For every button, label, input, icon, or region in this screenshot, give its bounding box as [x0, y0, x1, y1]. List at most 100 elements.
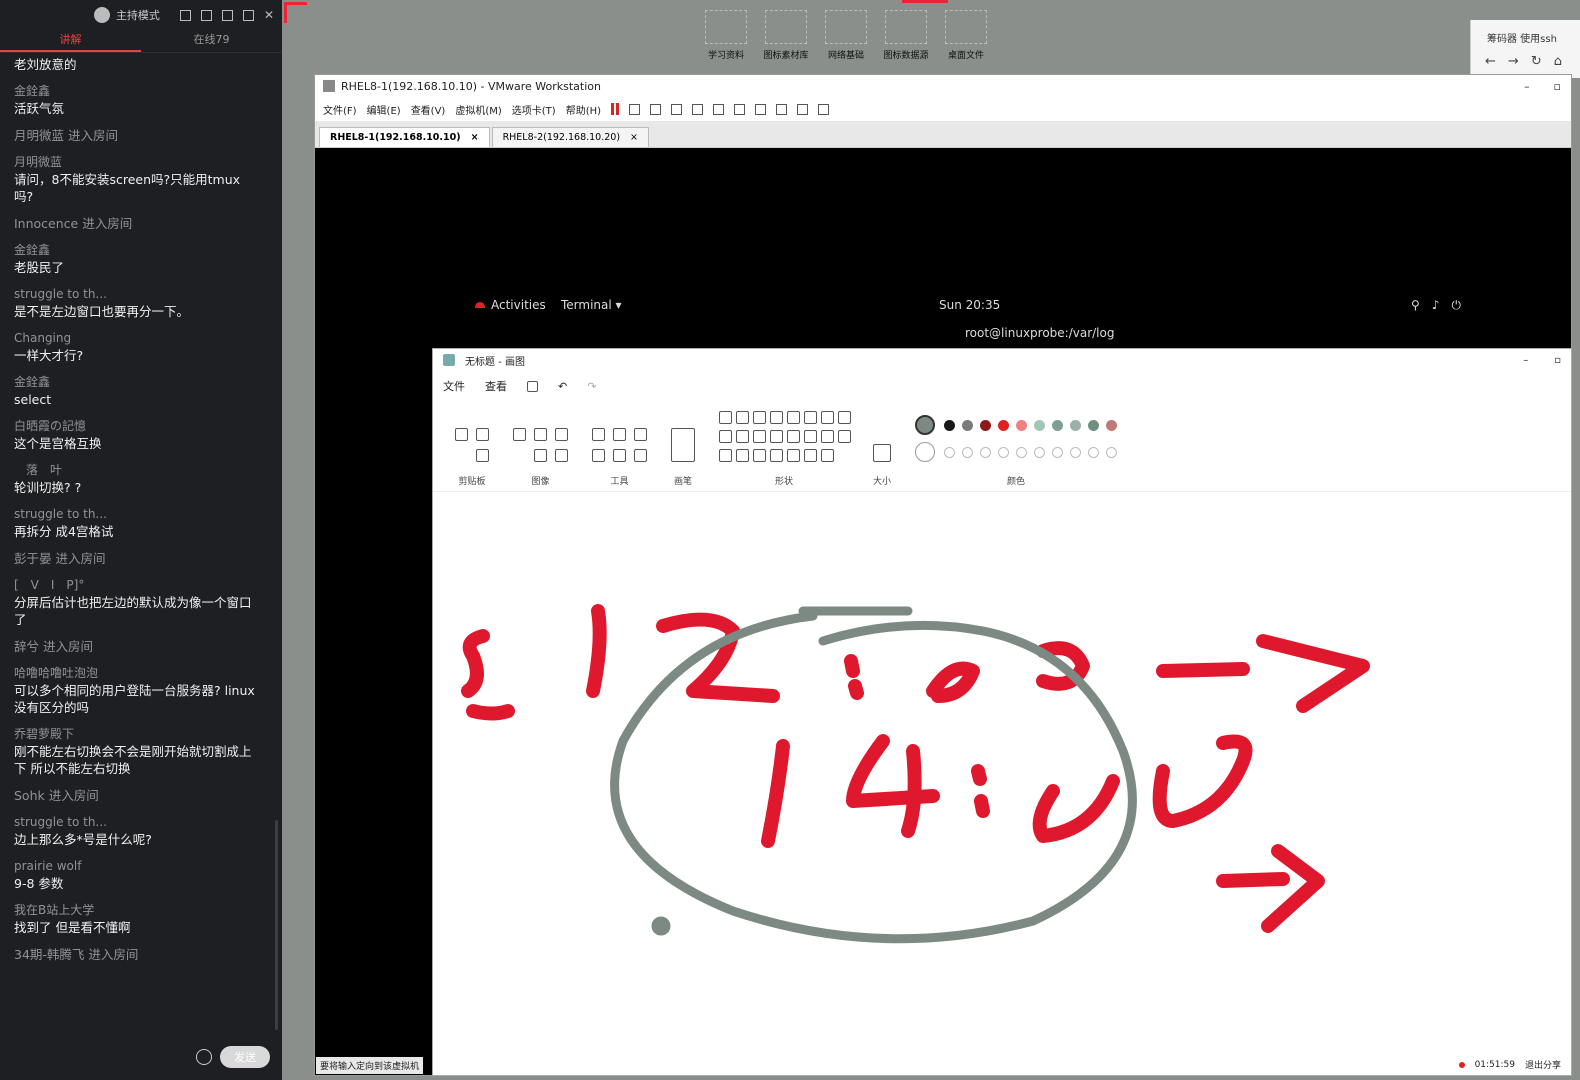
color-swatch[interactable] — [1034, 419, 1046, 431]
arrow-left-icon[interactable] — [787, 430, 800, 443]
fullscreen-icon[interactable] — [755, 103, 767, 115]
maximize-icon[interactable]: ▫ — [1554, 355, 1561, 366]
color-swatch[interactable] — [1052, 419, 1064, 431]
resize-icon[interactable] — [534, 449, 547, 462]
color-swatch[interactable] — [980, 419, 992, 431]
activities-button[interactable]: Activities — [475, 298, 546, 312]
desktop-shortcut[interactable]: 图标数据源 — [880, 10, 932, 61]
back-icon[interactable]: ← — [1485, 54, 1496, 69]
hexagon-shape-icon[interactable] — [753, 430, 766, 443]
sidebar-icon[interactable] — [713, 103, 725, 115]
oval-shape-icon[interactable] — [753, 411, 766, 424]
chat-username[interactable]: struggle to th... — [14, 814, 258, 831]
brush-icon[interactable] — [671, 428, 695, 462]
console-icon[interactable] — [797, 103, 809, 115]
home-icon[interactable]: ⌂ — [1554, 54, 1562, 69]
pencil-icon[interactable] — [592, 428, 605, 441]
chat-username[interactable]: 落 叶 — [14, 462, 258, 479]
tab-rhel8-2[interactable]: RHEL8-2(192.168.10.20) × — [491, 127, 650, 147]
text-icon[interactable] — [634, 428, 647, 441]
send-ctrl-alt-del-icon[interactable] — [629, 103, 641, 115]
chat-username[interactable]: prairie wolf — [14, 858, 258, 875]
chat-username[interactable]: 金銓鑫 — [14, 374, 258, 391]
rounded-rect-icon[interactable] — [787, 411, 800, 424]
color-swatch[interactable] — [1052, 446, 1064, 458]
arrow-right-icon[interactable] — [770, 430, 783, 443]
close-icon[interactable]: ✕ — [264, 8, 274, 22]
chat-username[interactable]: 乔碧萝殿下 — [14, 726, 258, 743]
paste-icon[interactable] — [455, 428, 468, 441]
diamond-shape-icon[interactable] — [719, 430, 732, 443]
color-swatch[interactable] — [1106, 446, 1118, 458]
chat-username[interactable]: 月明微蓝 — [14, 154, 258, 171]
heart-shape-icon[interactable] — [804, 449, 817, 462]
emoji-icon[interactable] — [196, 1049, 212, 1065]
chat-username[interactable]: [ V I P]° — [14, 577, 258, 594]
reload-icon[interactable]: ↻ — [1531, 54, 1542, 69]
snapshot-manager-icon[interactable] — [692, 103, 704, 115]
tab-rhel8-1[interactable]: RHEL8-1(192.168.10.10) × — [319, 127, 490, 147]
color-swatch[interactable] — [962, 419, 974, 431]
color-swatch[interactable] — [980, 446, 992, 458]
curve-shape-icon[interactable] — [736, 411, 749, 424]
desktop-shortcut[interactable]: 图标素材库 — [760, 10, 812, 61]
pause-icon[interactable] — [611, 103, 620, 115]
chat-scrollbar[interactable] — [275, 820, 278, 1030]
minimize-icon[interactable]: – — [1524, 80, 1530, 93]
maximize-icon[interactable] — [242, 9, 254, 21]
rectangle-shape-icon[interactable] — [770, 411, 783, 424]
chat-username[interactable]: struggle to th... — [14, 286, 258, 303]
save-icon[interactable] — [527, 380, 538, 392]
rotate-icon[interactable] — [555, 428, 568, 441]
color2-swatch[interactable] — [915, 442, 936, 462]
lightning-shape-icon[interactable] — [821, 449, 834, 462]
chat-username[interactable]: struggle to th... — [14, 506, 258, 523]
callout-cloud-icon[interactable] — [787, 449, 800, 462]
line-shape-icon[interactable] — [719, 411, 732, 424]
color-swatch[interactable] — [998, 419, 1010, 431]
right-triangle-icon[interactable] — [838, 411, 851, 424]
color-swatch[interactable] — [1016, 419, 1028, 431]
terminal-app-menu[interactable]: Terminal ▾ — [561, 298, 622, 312]
pentagon-shape-icon[interactable] — [736, 430, 749, 443]
triangle-shape-icon[interactable] — [821, 411, 834, 424]
select-icon[interactable] — [513, 428, 526, 441]
color-swatch[interactable] — [944, 446, 956, 458]
system-tray[interactable]: ⚲ ♪ ⏻ — [1411, 298, 1461, 313]
color-picker-icon[interactable] — [613, 449, 626, 462]
polygon-shape-icon[interactable] — [804, 411, 817, 424]
menu-view[interactable]: 查看(V) — [411, 102, 446, 117]
undo-icon[interactable]: ↶ — [558, 380, 567, 393]
color-swatch[interactable] — [1070, 446, 1082, 458]
callout-oval-icon[interactable] — [770, 449, 783, 462]
maximize-icon[interactable]: ▫ — [1554, 80, 1561, 93]
clock[interactable]: Sun 20:35 — [939, 298, 1000, 312]
browser-tab[interactable]: 筹码器 使用ssh — [1471, 20, 1580, 46]
menu-help[interactable]: 帮助(H) — [566, 102, 601, 117]
star6-shape-icon[interactable] — [736, 449, 749, 462]
crop-icon[interactable] — [534, 428, 547, 441]
star5-shape-icon[interactable] — [719, 449, 732, 462]
magnifier-icon[interactable] — [634, 449, 647, 462]
color-swatch[interactable] — [1070, 419, 1082, 431]
menu-vm[interactable]: 虚拟机(M) — [455, 102, 501, 117]
close-tab-icon[interactable]: × — [630, 132, 638, 143]
color-swatch[interactable] — [1088, 446, 1100, 458]
color-swatch[interactable] — [998, 446, 1010, 458]
unity-icon[interactable] — [776, 103, 788, 115]
cut-icon[interactable] — [476, 428, 489, 441]
arrow-up-icon[interactable] — [804, 430, 817, 443]
line-size-icon[interactable] — [873, 444, 891, 462]
chat-username[interactable]: Changing — [14, 330, 258, 347]
menu-icon[interactable] — [221, 9, 233, 21]
menu-view[interactable]: 查看 — [485, 378, 507, 394]
color-swatch[interactable] — [962, 446, 974, 458]
chat-username[interactable]: 白晒霞の記憶 — [14, 418, 258, 435]
host-mode[interactable]: 主持模式 — [93, 7, 160, 23]
forward-icon[interactable]: → — [1508, 54, 1519, 69]
desktop-shortcut[interactable]: 网络基础 — [820, 10, 872, 61]
color-swatch[interactable] — [1016, 446, 1028, 458]
paint-canvas[interactable] — [433, 521, 1571, 1061]
redo-icon[interactable]: ↷ — [587, 380, 596, 393]
color-swatch[interactable] — [1088, 419, 1100, 431]
